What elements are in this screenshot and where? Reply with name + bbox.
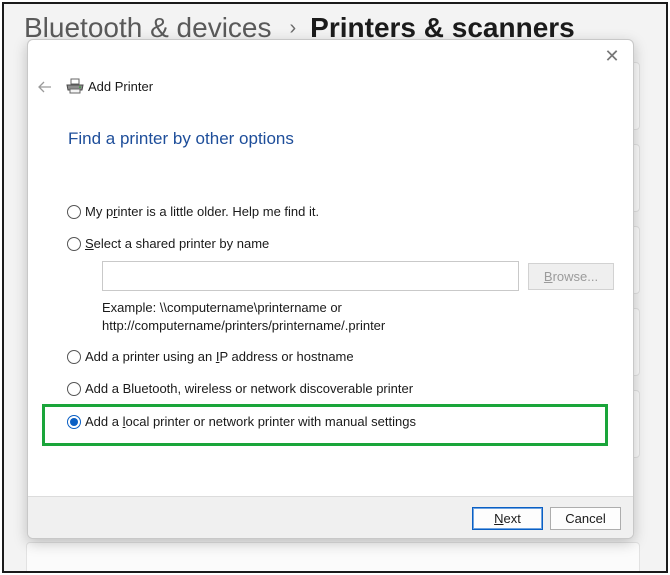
option-label: Add a Bluetooth, wireless or network dis… — [85, 381, 414, 396]
example-line-2: http://computername/printers/printername… — [102, 318, 386, 333]
dialog-title: Add Printer — [88, 78, 154, 94]
radio-bluetooth-wireless[interactable] — [67, 381, 81, 396]
option-shared-printer[interactable]: Select a shared printer by name — [67, 236, 269, 251]
option-local-manual[interactable]: Add a local printer or network printer w… — [67, 414, 416, 429]
next-button[interactable]: Next — [472, 507, 543, 530]
option-label: Add a local printer or network printer w… — [85, 414, 416, 429]
option-ip-address[interactable]: Add a printer using an IP address or hos… — [67, 349, 354, 364]
option-older-printer[interactable]: My printer is a little older. Help me fi… — [67, 204, 319, 219]
dialog-title-row: Add Printer — [66, 78, 153, 94]
example-text: Example: \\computername\printername or h… — [102, 299, 385, 335]
option-label: My printer is a little older. Help me fi… — [85, 204, 320, 219]
page-heading: Find a printer by other options — [68, 129, 294, 148]
browse-button[interactable]: Browse... — [528, 263, 614, 290]
option-label: Select a shared printer by name — [85, 236, 270, 251]
add-printer-dialog: ✕ Add Printer Find a printer by other op… — [27, 39, 634, 539]
settings-card — [26, 542, 640, 571]
back-button[interactable] — [34, 76, 56, 98]
back-arrow-icon — [38, 81, 51, 93]
shared-printer-name-input[interactable] — [102, 261, 519, 291]
option-bluetooth-wireless[interactable]: Add a Bluetooth, wireless or network dis… — [67, 381, 413, 396]
cancel-button[interactable]: Cancel — [550, 507, 621, 530]
close-button[interactable]: ✕ — [599, 44, 625, 68]
printer-icon — [66, 78, 84, 94]
radio-older-printer[interactable] — [67, 204, 81, 219]
breadcrumb-separator: › — [289, 16, 297, 39]
option-label: Add a printer using an IP address or hos… — [85, 349, 354, 364]
radio-local-manual[interactable] — [67, 414, 81, 429]
radio-ip-address[interactable] — [67, 349, 81, 364]
close-icon: ✕ — [604, 45, 620, 66]
radio-shared-printer[interactable] — [67, 236, 81, 251]
example-line-1: Example: \\computername\printername or — [102, 300, 342, 315]
dialog-footer: Next Cancel — [28, 496, 633, 538]
